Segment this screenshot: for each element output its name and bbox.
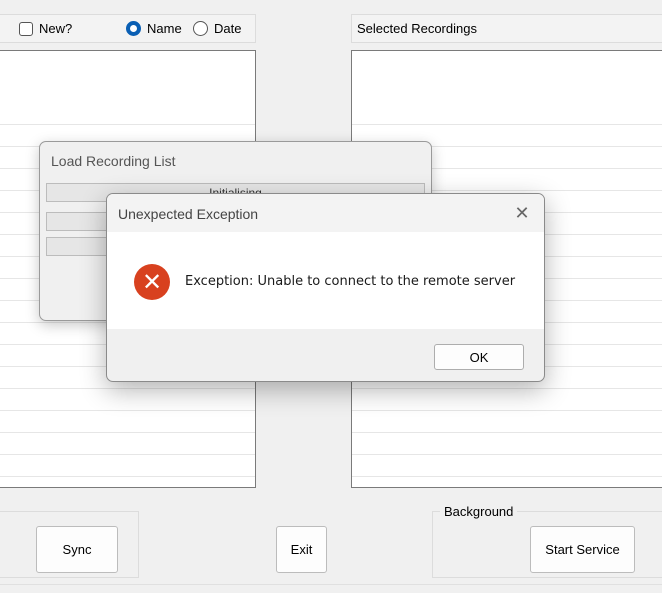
ok-button[interactable]: OK — [434, 344, 524, 370]
background-group-label: Background — [440, 504, 518, 519]
error-message: Exception: Unable to connect to the remo… — [185, 274, 516, 289]
sort-date-option[interactable]: Date — [193, 21, 241, 36]
sort-date-label: Date — [214, 21, 242, 36]
load-dialog-title: Load Recording List — [51, 153, 176, 169]
error-icon: ✕ — [134, 264, 170, 300]
sort-name-option[interactable]: Name — [126, 21, 182, 36]
start-service-button[interactable]: Start Service — [530, 526, 635, 573]
sort-name-label: Name — [147, 21, 182, 36]
status-divider — [0, 584, 662, 585]
error-dialog-titlebar: Unexpected Exception ✕ — [107, 194, 544, 232]
new-checkbox-option[interactable]: New? — [19, 21, 72, 36]
error-dialog-title: Unexpected Exception — [118, 206, 259, 222]
sync-button[interactable]: Sync — [36, 526, 118, 573]
new-checkbox-label: New? — [39, 21, 73, 36]
exit-button[interactable]: Exit — [276, 526, 327, 573]
error-dialog-body: ✕ Exception: Unable to connect to the re… — [107, 232, 544, 329]
unexpected-exception-dialog: Unexpected Exception ✕ ✕ Exception: Unab… — [106, 193, 545, 382]
filter-bar: New? Name Date — [0, 14, 256, 43]
selected-recordings-header: Selected Recordings — [351, 14, 662, 43]
close-icon[interactable]: ✕ — [512, 203, 532, 223]
new-checkbox[interactable] — [19, 21, 33, 36]
sort-date-radio[interactable] — [193, 21, 208, 36]
sort-name-radio[interactable] — [126, 21, 141, 36]
